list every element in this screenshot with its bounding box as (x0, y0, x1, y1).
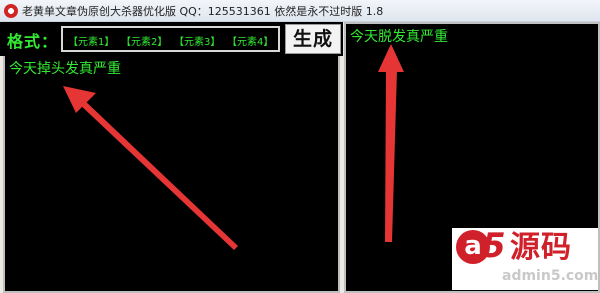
format-label: 格式： (7, 32, 59, 51)
source-text: 今天掉头发真严重 (9, 61, 121, 77)
watermark: a 5 源码 admin5.com (452, 228, 598, 290)
element-tag-3[interactable]: 【元素3】 (174, 33, 220, 48)
watermark-logo-five: 5 (482, 226, 506, 266)
element-tag-1[interactable]: 【元素1】 (68, 33, 114, 48)
source-text-area[interactable]: 今天掉头发真严重 (3, 56, 340, 293)
element-tag-2[interactable]: 【元素2】 (121, 33, 167, 48)
app-icon (4, 4, 18, 18)
element-tag-4[interactable]: 【元素4】 (227, 33, 273, 48)
window-title: 老黄单文章伪原创大杀器优化版 QQ：125531361 依然是永不过时版 1.8 (22, 5, 384, 18)
watermark-domain: admin5.com (502, 268, 599, 284)
output-text: 今天脱发真严重 (350, 29, 448, 45)
generate-button[interactable]: 生成 (285, 24, 341, 54)
toolbar: 格式： 【元素1】 【元素2】 【元素3】 【元素4】 生成 (0, 22, 343, 56)
format-elements-field[interactable]: 【元素1】 【元素2】 【元素3】 【元素4】 (61, 26, 280, 52)
watermark-chinese: 源码 (510, 230, 572, 265)
title-bar: 老黄单文章伪原创大杀器优化版 QQ：125531361 依然是永不过时版 1.8 (0, 0, 600, 22)
